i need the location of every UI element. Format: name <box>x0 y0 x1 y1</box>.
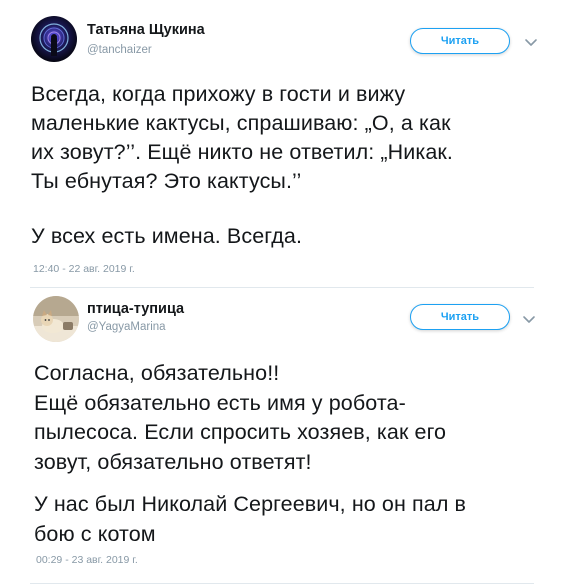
follow-button[interactable]: Читать <box>410 28 510 54</box>
author-handle[interactable]: @YagyaMarina <box>87 321 166 333</box>
follow-button[interactable]: Читать <box>410 304 510 330</box>
author-handle[interactable]: @tanchaizer <box>87 44 152 56</box>
tweet-timestamp[interactable]: 00:29 - 23 авг. 2019 г. <box>36 554 138 566</box>
tweet-text: Всегда, когда прихожу в гости и вижу мал… <box>31 82 453 193</box>
tweet-text: У всех есть имена. Всегда. <box>31 224 303 248</box>
tweet-2: птица-тупица @YagyaMarina Читать Согласн… <box>0 287 572 587</box>
chevron-down-icon[interactable] <box>523 34 539 50</box>
divider <box>30 583 534 584</box>
tweet-timestamp[interactable]: 12:40 - 22 авг. 2019 г. <box>33 263 135 275</box>
tweet-text: Согласна, обязательно!! Ещё обязательно … <box>34 361 447 474</box>
author-name[interactable]: птица-тупица <box>87 301 184 317</box>
avatar[interactable] <box>33 296 79 342</box>
chevron-down-icon[interactable] <box>521 311 537 327</box>
author-name[interactable]: Татьяна Щукина <box>87 22 205 38</box>
tweet-text: У нас был Николай Сергеевич, но он пал в… <box>34 492 467 546</box>
tweet-1: Татьяна Щукина @tanchaizer Читать Всегда… <box>0 0 572 288</box>
avatar[interactable] <box>31 16 77 62</box>
